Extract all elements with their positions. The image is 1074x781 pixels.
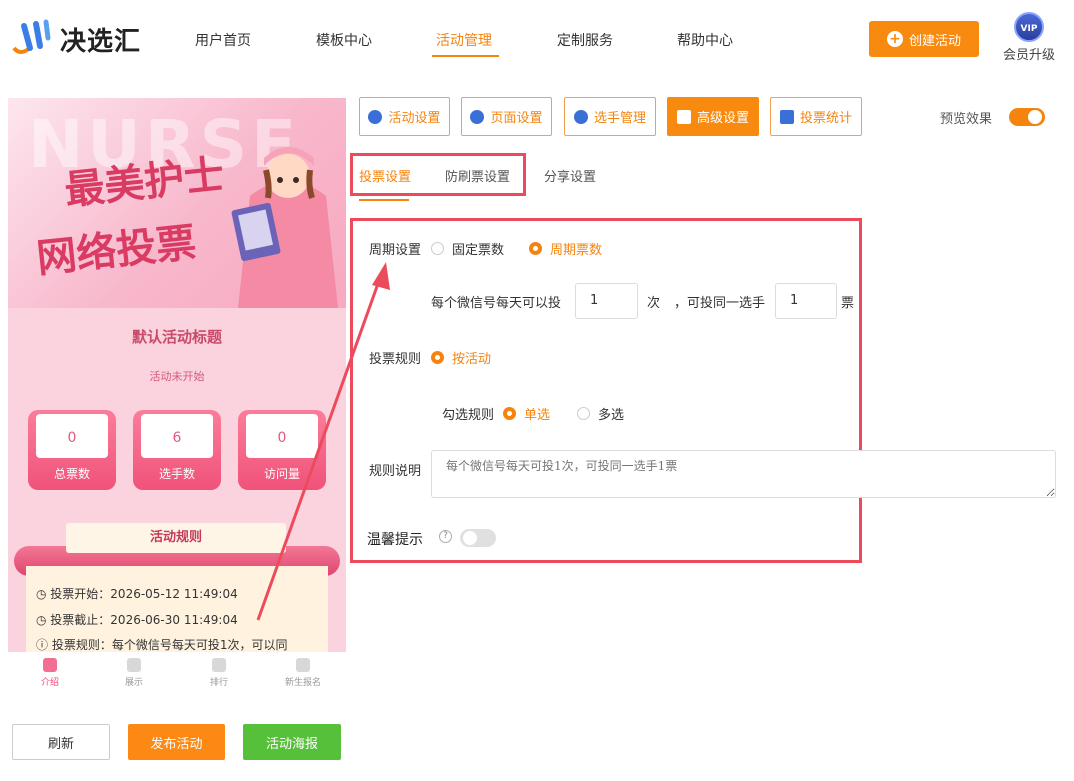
gear-icon [470,109,485,124]
vip-upgrade[interactable]: VIP 会员升级 [1001,12,1057,63]
highlight-box-form [350,218,862,563]
publish-button[interactable]: 发布活动 [128,724,225,760]
stat-value: 6 [172,430,182,446]
display-icon [127,658,141,672]
nurse-illustration [231,147,338,308]
radio-multi-choice[interactable]: 多选 [577,404,624,423]
activity-banner: NURSE 最美护士 网络投票 [8,98,346,308]
activity-title: 默认活动标题 [131,328,222,346]
nav-user-home[interactable]: 用户首页 [195,30,251,50]
refresh-button[interactable]: 刷新 [12,724,110,760]
create-activity-button[interactable]: + 创建活动 [869,21,979,57]
users-icon [573,109,588,124]
stat-value: 0 [67,430,77,446]
stat-label: 选手数 [158,467,195,481]
create-activity-label: 创建活动 [908,33,961,49]
tab-vote-statistics[interactable]: 投票统计 [770,97,862,136]
stat-label: 总票数 [53,467,90,481]
info-icon: ⓘ [36,638,52,652]
check-rule-label: 勾选规则 [442,408,495,423]
vip-badge-icon: VIP [1014,12,1044,42]
signup-icon [296,658,310,672]
settings-icon [676,109,691,124]
tab-advanced-settings[interactable]: 高级设置 [667,97,759,136]
stat-contestants: 6 选手数 [133,410,221,490]
heart-icon [212,658,226,672]
stat-visits: 0 访问量 [238,410,326,490]
banner-title-line2: 网络投票 [34,218,199,283]
nav-help-center[interactable]: 帮助中心 [677,30,733,50]
preview-tabbar: 介绍 展示 排行 新生报名 [8,652,346,700]
stat-label: 访问量 [263,467,300,481]
plus-icon: + [886,31,903,47]
rules-title: 活动规则 [66,523,286,553]
tab-signup[interactable]: 新生报名 [273,658,333,688]
same-contestant-label: ，可投同一选手 [674,296,766,311]
chart-icon [779,109,794,124]
tab-ranking[interactable]: 排行 [189,658,249,688]
mobile-preview: NURSE 最美护士 网络投票 默认活动标题 活动未开始 0 总票数 6 选手数… [8,98,346,698]
radio-period-votes[interactable]: 周期票数 [529,239,602,258]
period-setting-label: 周期设置 [369,243,422,258]
logo-icon [12,19,51,54]
help-icon[interactable]: ? [439,530,452,543]
nav-activity-management[interactable]: 活动管理 [436,30,492,50]
activity-status: 活动未开始 [149,370,205,383]
preview-toggle-label: 预览效果 [940,112,993,127]
top-navigation: 决选汇 用户首页 模板中心 活动管理 定制服务 帮助中心 + 创建活动 VIP … [0,0,1074,78]
vote-rule-label: 投票规则 [369,352,422,367]
radio-fixed-votes[interactable]: 固定票数 [431,239,504,258]
tab-intro[interactable]: 介绍 [20,658,80,688]
same-contestant-input[interactable]: 1 [775,283,837,319]
star-icon [368,109,383,124]
highlight-box-tabs [350,153,526,196]
daily-vote-label: 每个微信号每天可以投 [431,296,562,311]
poster-button[interactable]: 活动海报 [243,724,341,760]
daily-vote-input[interactable]: 1 [575,283,638,319]
brand-logo[interactable]: 决选汇 [10,18,141,60]
tips-toggle[interactable] [460,529,496,547]
tips-label: 温馨提示 [367,532,423,548]
subtab-share-settings[interactable]: 分享设置 [544,166,596,185]
rule-description-label: 规则说明 [369,464,422,479]
rule-vote-rule: ⓘ 投票规则：每个微信号每天可投1次，可以同 [36,638,288,652]
tab-page-settings[interactable]: 页面设置 [461,97,552,136]
stat-value: 0 [277,430,287,446]
tab-display[interactable]: 展示 [104,658,164,688]
nav-active-indicator [432,55,499,57]
same-contestant-unit: 票 [841,296,855,311]
vip-upgrade-label: 会员升级 [1002,48,1055,63]
rule-end-time: ◷ 投票截止：2026-06-30 11:49:04 [36,613,238,627]
radio-single-choice[interactable]: 单选 [503,404,550,423]
stat-total-votes: 0 总票数 [28,410,116,490]
rule-start-time: ◷ 投票开始：2026-05-12 11:49:04 [36,587,238,601]
brand-name: 决选汇 [60,26,142,57]
nav-custom-service[interactable]: 定制服务 [557,30,613,50]
preview-toggle[interactable] [1009,108,1045,126]
subtab-active-indicator [359,199,409,201]
clock-icon: ◷ [36,613,51,627]
tab-activity-settings[interactable]: 活动设置 [359,97,450,136]
radio-by-activity[interactable]: 按活动 [431,348,491,367]
daily-vote-unit: 次 [647,296,661,311]
nav-template-center[interactable]: 模板中心 [316,30,372,50]
clock-icon: ◷ [36,587,51,601]
tab-contestant-management[interactable]: 选手管理 [564,97,656,136]
rule-description-input[interactable] [431,450,1056,498]
nurse-icon [43,658,57,672]
